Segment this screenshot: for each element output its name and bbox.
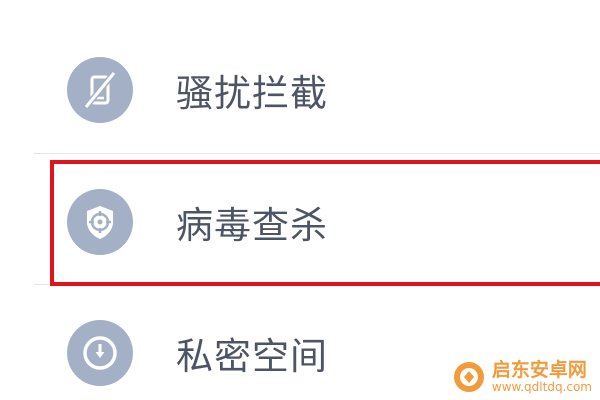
menu-item-harassment-block[interactable]: 骚扰拦截 [0, 55, 600, 125]
blocked-phone-icon [67, 57, 133, 123]
watermark-name: 启东安卓网 [491, 358, 587, 381]
security-menu-screen: 骚扰拦截 病毒查杀 私密空间 启东安卓网 www.qdltdq.com [0, 0, 600, 400]
private-clock-icon [67, 320, 133, 386]
highlight-box [50, 160, 600, 286]
watermark: 启东安卓网 www.qdltdq.com [452, 360, 592, 394]
watermark-url: www.qdltdq.com [491, 379, 592, 394]
menu-item-label: 骚扰拦截 [176, 72, 328, 115]
divider [34, 153, 600, 154]
watermark-logo-icon [453, 362, 484, 392]
menu-item-label: 私密空间 [176, 335, 328, 378]
